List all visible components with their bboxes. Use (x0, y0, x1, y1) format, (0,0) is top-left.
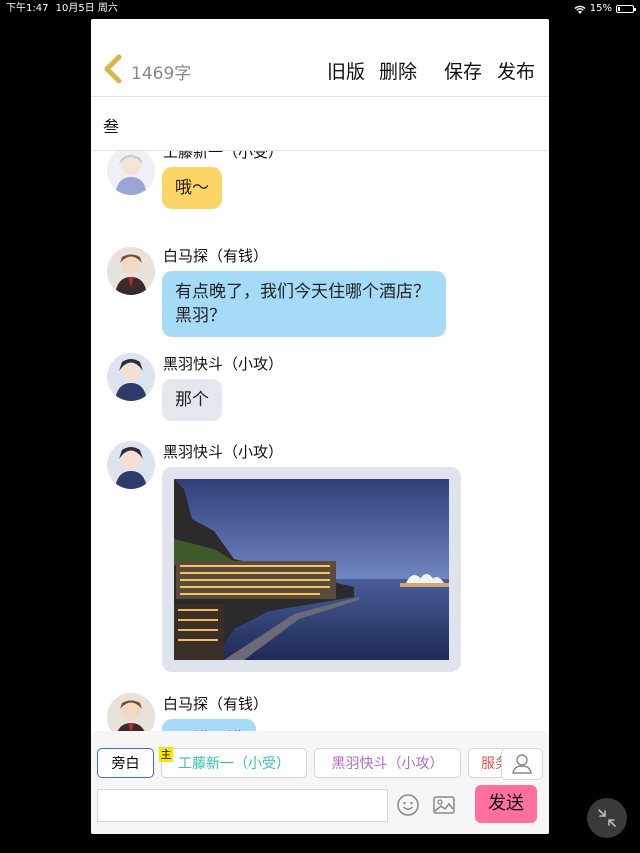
chat-list[interactable]: 工藤新一（小受） 哦～ 白马探（有钱） 有点晚了，我们今天住哪个酒店？黑羽？ 黑… (91, 151, 549, 731)
harbor-hotel-photo[interactable] (174, 479, 449, 660)
chapter-title: 叁 (103, 117, 120, 136)
role-chip-label: 工藤新一（小受） (178, 756, 290, 772)
role-chip-kaito[interactable]: 黑羽快斗（小攻） (314, 748, 461, 778)
old-version-button[interactable]: 旧版 (327, 57, 365, 84)
avatar-hakuba-image (107, 247, 155, 295)
sender-name: 工藤新一（小受） (163, 151, 284, 161)
avatar-hakuba (107, 247, 155, 295)
word-count: 1469字 (131, 64, 192, 84)
main-role-badge: 主 (159, 747, 173, 762)
avatar-kudo (107, 151, 155, 195)
avatar-kudo-image (107, 151, 155, 195)
status-bar: 下午1:47 10月5日 周六 15% (0, 0, 640, 18)
collapse-arrows-icon (598, 809, 616, 827)
message-bubble[interactable]: 那个 (162, 379, 222, 421)
sender-name: 黑羽快斗（小攻） (163, 443, 284, 461)
sender-name: 白马探（有钱） (163, 695, 269, 713)
status-time-date: 下午1:47 10月5日 周六 (6, 0, 118, 18)
chapter-title-bar[interactable]: 叁 (91, 97, 549, 150)
sender-name: 白马探（有钱） (163, 247, 269, 265)
composer: 旁白 主 工藤新一（小受） 黑羽快斗（小攻） 服务 (91, 731, 549, 834)
image-message-bubble[interactable] (162, 467, 461, 672)
battery-icon (616, 5, 636, 13)
battery-percent: 15% (589, 3, 612, 14)
user-icon (512, 754, 532, 774)
role-chip-label: 旁白 (111, 756, 140, 772)
collapse-button[interactable] (587, 798, 627, 838)
chat-editor-panel: 1469字 旧版 删除 保存 发布 叁 工藤新一（小受） 哦～ 白马探（有钱） … (91, 19, 549, 834)
image-icon[interactable] (432, 793, 456, 817)
message-input[interactable] (97, 789, 388, 822)
emoji-icon[interactable] (396, 793, 420, 817)
role-chip-label: 黑羽快斗（小攻） (331, 756, 444, 772)
message-bubble[interactable]: 哦～ (162, 167, 222, 209)
status-right: 15% (574, 0, 636, 18)
avatar-kaito-image (107, 353, 155, 401)
send-button[interactable]: 发送 (475, 785, 537, 823)
avatar-hakuba-image (107, 693, 155, 731)
status-time: 下午1:47 (6, 3, 49, 14)
avatar-hakuba (107, 693, 155, 731)
delete-button[interactable]: 删除 (379, 57, 417, 84)
battery-fill (618, 7, 620, 11)
publish-button[interactable]: 发布 (497, 57, 535, 84)
avatar-kaito (107, 353, 155, 401)
avatar-kaito-image (107, 441, 155, 489)
back-arrow-icon[interactable] (101, 54, 127, 84)
avatar-kaito (107, 441, 155, 489)
wifi-icon (574, 5, 586, 14)
sender-name: 黑羽快斗（小攻） (163, 355, 284, 373)
status-date: 10月5日 周六 (55, 3, 118, 14)
editor-header: 1469字 旧版 删除 保存 发布 (91, 19, 549, 96)
message-bubble[interactable]: 有点晚了，我们今天住哪个酒店？黑羽？ (162, 271, 446, 337)
role-chip-kudo[interactable]: 工藤新一（小受） (161, 748, 307, 778)
message-bubble[interactable]: 不错不错 (162, 719, 256, 731)
save-button[interactable]: 保存 (444, 57, 482, 84)
role-chip-narrator[interactable]: 旁白 (97, 748, 154, 778)
role-manage-button[interactable] (501, 748, 543, 780)
